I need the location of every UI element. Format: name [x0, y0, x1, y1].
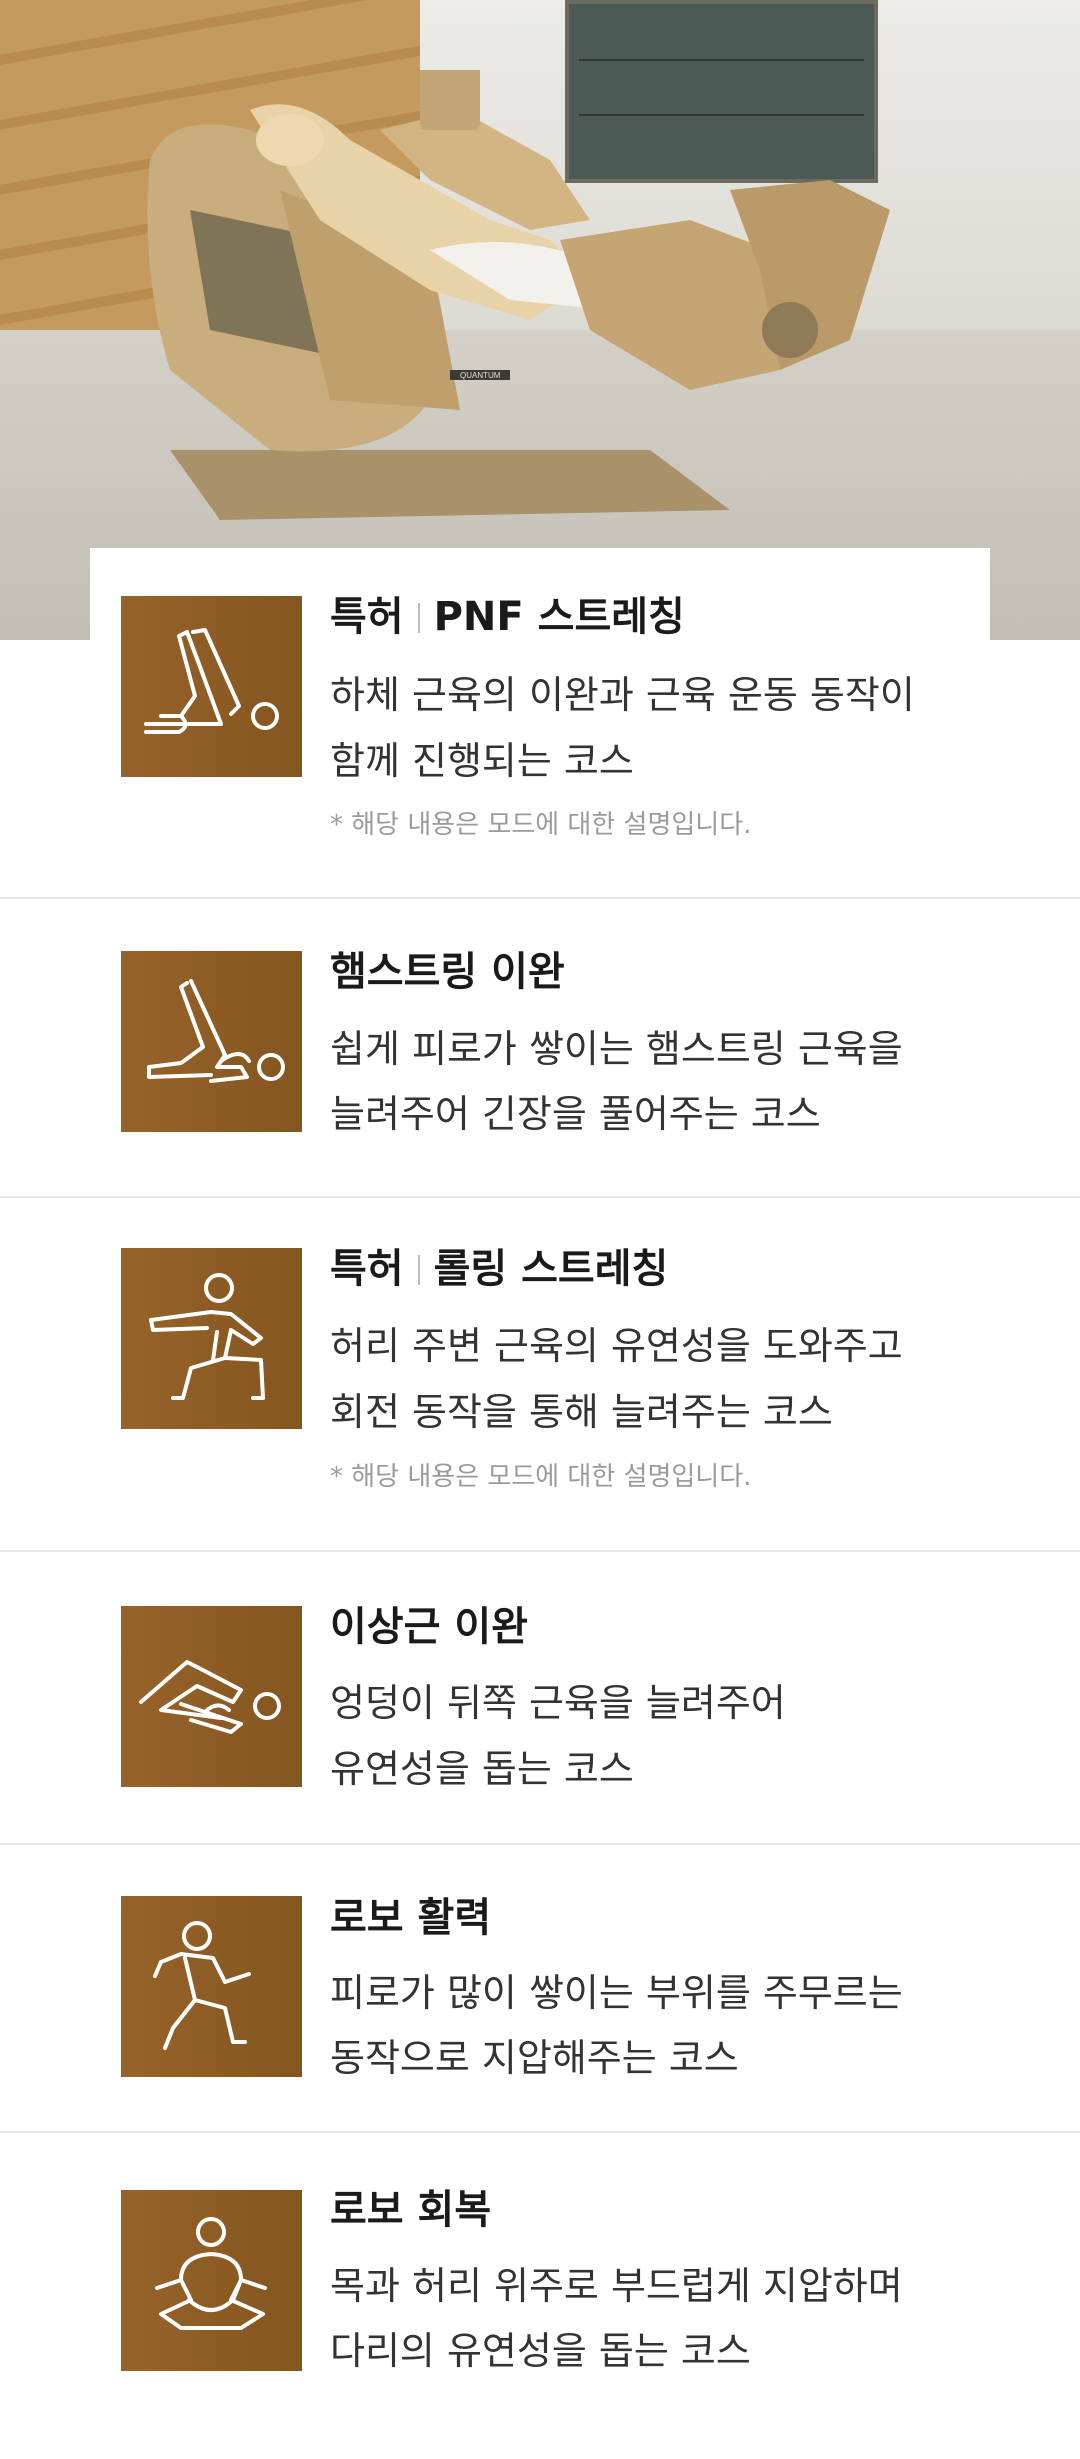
course-title-text: 로보 활력 — [330, 1895, 492, 1941]
course-title: 특허 PNF 스트레칭 — [330, 592, 685, 642]
section-divider — [0, 1550, 1080, 1552]
course-description-line: 허리 주변 근육의 유연성을 도와주고 — [330, 1324, 903, 1368]
course-description-line: 목과 허리 위주로 부드럽게 지압하며 — [330, 2264, 903, 2308]
hamstring-stretch-icon — [147, 979, 285, 1083]
course-title-text: PNF 스트레칭 — [433, 594, 685, 640]
course-description-line: 회전 동작을 통해 늘려주는 코스 — [330, 1390, 833, 1434]
section-divider — [0, 897, 1080, 899]
title-separator — [417, 1255, 420, 1285]
course-icon-tile — [121, 1248, 302, 1429]
course-description-line: 쉽게 피로가 쌓이는 햄스트링 근육을 — [330, 1027, 903, 1071]
course-icon-tile — [121, 1606, 302, 1787]
title-separator — [417, 603, 420, 633]
course-title: 로보 활력 — [330, 1893, 491, 1943]
patent-badge: 특허 — [330, 594, 404, 640]
course-description-line: 유연성을 돕는 코스 — [330, 1747, 634, 1791]
course-icon-tile — [121, 596, 302, 777]
running-figure-icon — [153, 1921, 251, 2050]
course-title-text: 롤링 스트레칭 — [433, 1246, 669, 1292]
course-title-text: 햄스트링 이완 — [330, 949, 565, 995]
course-description-line: 다리의 유연성을 돕는 코스 — [330, 2329, 751, 2373]
section-divider — [0, 1196, 1080, 1198]
piriformis-stretch-icon — [139, 1660, 281, 1734]
course-note: * 해당 내용은 모드에 대한 설명입니다. — [330, 1462, 752, 1492]
course-description-line: 엉덩이 뒤쪽 근육을 늘려주어 — [330, 1681, 786, 1725]
lunge-stretch-icon — [149, 1273, 265, 1400]
course-title: 이상근 이완 — [330, 1602, 528, 1652]
course-title: 햄스트링 이완 — [330, 947, 565, 997]
section-divider — [0, 2131, 1080, 2133]
course-title-text: 로보 회복 — [330, 2187, 492, 2233]
course-description-line: 함께 진행되는 코스 — [330, 739, 634, 783]
course-description-line: 피로가 많이 쌓이는 부위를 주무르는 — [330, 1971, 903, 2015]
course-icon-tile — [121, 2190, 302, 2371]
patent-badge: 특허 — [330, 1246, 404, 1292]
course-icon-tile — [121, 951, 302, 1132]
leg-stretch-icon — [144, 628, 279, 734]
course-description-line: 늘려주어 긴장을 풀어주는 코스 — [330, 1092, 821, 1136]
hero-brand-label: QUANTUM — [460, 371, 501, 380]
meditation-figure-icon — [155, 2217, 267, 2330]
course-note: * 해당 내용은 모드에 대한 설명입니다. — [330, 810, 752, 840]
course-icon-tile — [121, 1896, 302, 2077]
course-title: 로보 회복 — [330, 2185, 491, 2235]
hero-image: QUANTUM — [0, 0, 1080, 640]
massage-chair-illustration: QUANTUM — [147, 70, 890, 520]
section-divider — [0, 1843, 1080, 1845]
course-description-line: 동작으로 지압해주는 코스 — [330, 2036, 739, 2080]
course-title-text: 이상근 이완 — [330, 1604, 528, 1650]
course-description-line: 하체 근육의 이완과 근육 운동 동작이 — [330, 673, 915, 717]
course-title: 특허 롤링 스트레칭 — [330, 1244, 668, 1294]
